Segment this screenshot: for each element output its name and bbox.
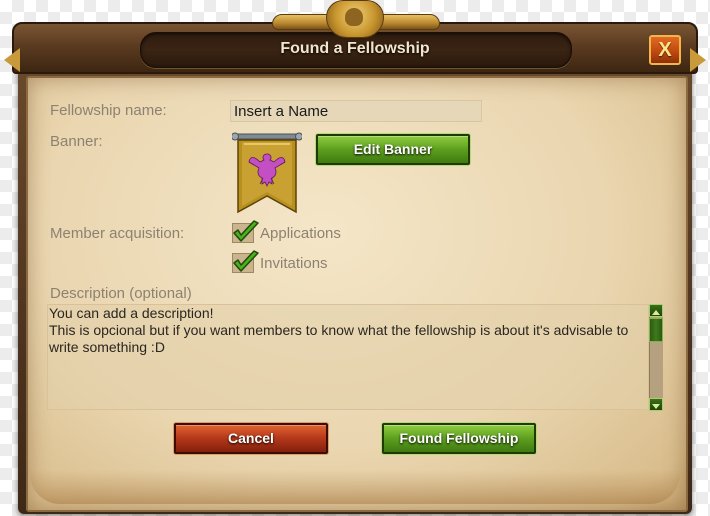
cancel-button[interactable]: Cancel	[174, 423, 328, 454]
arrow-down-icon	[652, 404, 660, 409]
applications-label: Applications	[260, 225, 341, 242]
edit-banner-button[interactable]: Edit Banner	[316, 134, 470, 165]
banner-label: Banner:	[50, 133, 103, 150]
scroll-up-button[interactable]	[649, 304, 663, 317]
close-button[interactable]: X	[649, 35, 681, 65]
banner-graphic	[231, 132, 303, 214]
found-fellowship-button[interactable]: Found Fellowship	[382, 423, 536, 454]
description-text: You can add a description! This is opcio…	[49, 305, 629, 355]
arrow-up-icon	[652, 310, 660, 315]
scroll-down-button[interactable]	[649, 398, 663, 411]
parchment-scroll-edge	[30, 470, 680, 504]
dialog-title: Found a Fellowship	[280, 40, 430, 57]
fellowship-name-label: Fellowship name:	[50, 102, 167, 119]
member-acquisition-label: Member acquisition:	[50, 225, 185, 242]
invitations-label: Invitations	[260, 255, 328, 272]
checkmark-icon	[233, 250, 259, 272]
description-label: Description (optional)	[50, 285, 192, 302]
scrollbar-thumb[interactable]	[649, 318, 663, 342]
checkmark-icon	[233, 220, 259, 242]
eagle-banner-icon	[231, 132, 303, 216]
header-right-ornament	[690, 48, 706, 72]
lion-face-icon	[345, 8, 363, 26]
header-left-ornament	[4, 48, 20, 72]
found-fellowship-dialog: Found a Fellowship X Fellowship name: Ba…	[0, 0, 710, 516]
fellowship-name-input[interactable]	[230, 100, 482, 122]
